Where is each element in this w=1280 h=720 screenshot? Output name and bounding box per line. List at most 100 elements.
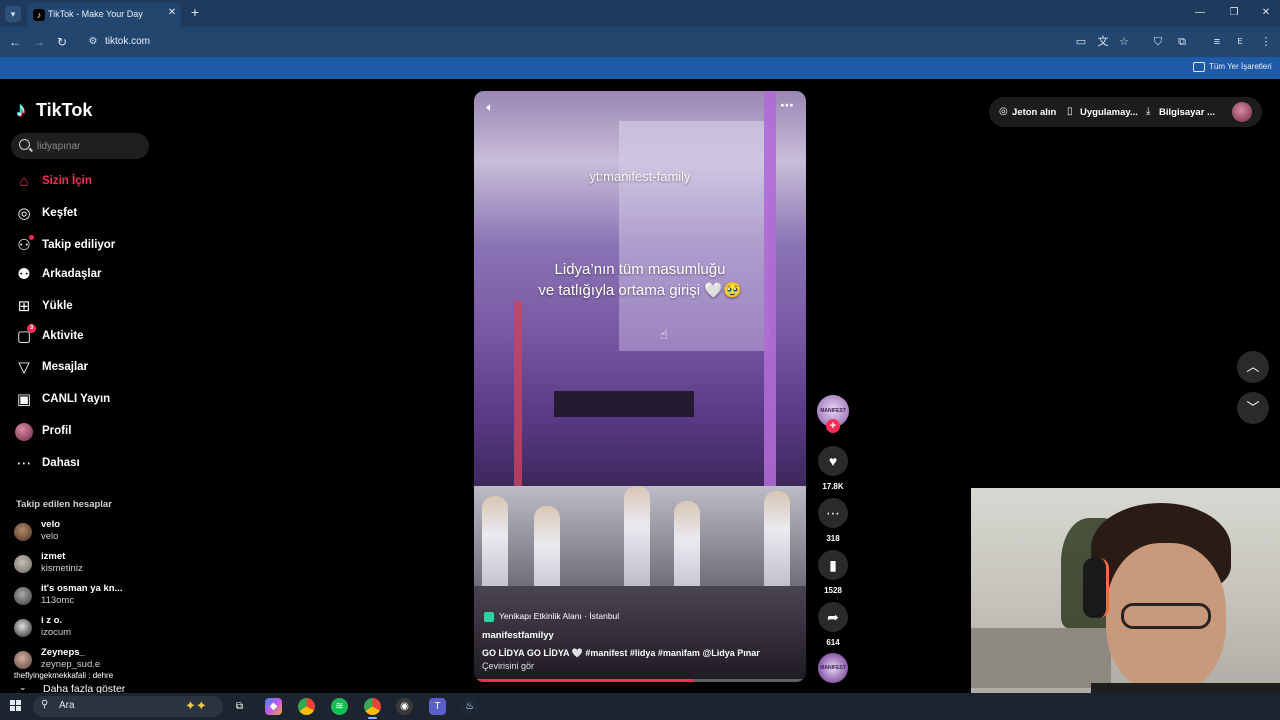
address-bar[interactable]: ⚙ tiktok.com — [80, 30, 1140, 54]
search-box[interactable] — [11, 133, 149, 159]
avatar — [14, 619, 32, 637]
obs-icon[interactable]: ◉ — [396, 698, 413, 715]
reload-icon[interactable]: ↻ — [54, 34, 70, 50]
extensions-icon[interactable]: ⧉ — [1175, 35, 1189, 49]
followed-account[interactable]: velo velo — [14, 519, 148, 545]
see-translation-link[interactable]: Çevirisini gör — [482, 661, 534, 671]
nav-label: Yükle — [42, 300, 73, 312]
screen: ▾ ♪ TikTok - Make Your Day ✕ + — ❐ ✕ ← →… — [0, 0, 1280, 720]
tab-close-icon[interactable]: ✕ — [166, 7, 178, 19]
search-icon: ⚲ — [41, 699, 49, 710]
taskbar-search-label: Ara — [59, 700, 75, 711]
tiktok-favicon-icon: ♪ — [33, 9, 45, 21]
video-watermark: yt:manifest-family — [589, 169, 691, 184]
comment-icon[interactable]: ⋯ — [818, 498, 848, 528]
steam-icon[interactable]: ♨ — [461, 698, 478, 715]
chrome-icon[interactable] — [298, 698, 315, 715]
search-icon[interactable] — [19, 139, 30, 150]
home-icon: ⌂ — [19, 173, 29, 190]
dancer — [624, 486, 650, 596]
nav-live[interactable]: ▣ CANLI Yayın — [14, 389, 144, 411]
followed-account[interactable]: i z o. izocum — [14, 615, 148, 641]
nav-for-you[interactable]: ⌂ Sizin İçin — [14, 171, 144, 193]
translate-icon[interactable]: 文 — [1096, 35, 1110, 49]
messages-icon: ▽ — [18, 359, 30, 376]
brand-name: TikTok — [36, 100, 93, 120]
followed-account[interactable]: it's osman ya kn... 113omc — [14, 583, 148, 609]
windows-start-icon[interactable] — [10, 700, 22, 712]
header-actions: ◎ Jeton alın ▯ Uygulamay... ⤓ Bilgisayar… — [989, 97, 1262, 127]
cast-icon[interactable]: ▭ — [1074, 35, 1088, 49]
nav-label: Keşfet — [42, 207, 78, 219]
all-bookmarks-link[interactable]: Tüm Yer İşaretleri — [1209, 62, 1272, 71]
task-view-icon[interactable]: ⧉ — [231, 698, 248, 715]
windows-taskbar: ⚲ Ara ✦✦ ⧉ ◆ ≋ ◉ T ♨ — [0, 693, 1280, 720]
video-caption-line: ve tatlığıyla ortama girişi 🤍🥹 — [538, 282, 742, 299]
chevron-down-icon: ⌄ — [19, 682, 27, 692]
nav-activity[interactable]: ▢ 3 Aktivite — [14, 324, 144, 348]
nav-profile[interactable]: Profil — [14, 421, 144, 443]
more-dots-icon: ⋯ — [16, 455, 32, 472]
shield-icon[interactable]: ⛉ — [1151, 35, 1165, 49]
tiktok-note-icon: ♪ — [16, 99, 26, 121]
chrome-profile-icon[interactable] — [364, 698, 381, 719]
followed-account[interactable]: izmet kismetiniz — [14, 551, 148, 577]
account-username: 113omc — [41, 595, 75, 606]
follow-plus-icon[interactable]: + — [826, 419, 840, 433]
url-text[interactable]: tiktok.com — [105, 36, 150, 47]
followed-account[interactable]: Zeyneps_ zeynep_sud.e — [14, 647, 148, 673]
bookmark-icon[interactable]: ▮ — [818, 550, 848, 580]
restore-icon[interactable]: ❐ — [1226, 6, 1242, 20]
site-info-icon[interactable]: ⚙ — [86, 35, 100, 49]
like-heart-icon[interactable]: ♥ — [818, 446, 848, 476]
more-options-icon[interactable]: ⋯ — [778, 97, 796, 113]
user-avatar[interactable] — [1232, 102, 1252, 122]
save-count: 1528 — [824, 586, 842, 595]
nav-label: Sizin İçin — [42, 175, 92, 187]
nav-messages[interactable]: ▽ Mesajlar — [14, 357, 144, 379]
nav-explore[interactable]: ◎ Keşfet — [14, 203, 144, 225]
video-description: GO LİDYA GO LİDYA 🤍 #manifest #lidya #ma… — [482, 648, 760, 658]
share-arrow-icon[interactable]: ➦ — [818, 602, 848, 632]
copilot-icon[interactable]: ◆ — [265, 698, 282, 715]
spotify-icon[interactable]: ≋ — [331, 698, 348, 715]
taskbar-search[interactable]: ⚲ Ara ✦✦ — [33, 696, 223, 717]
new-tab-plus-icon[interactable]: + — [188, 5, 202, 19]
background-shelf — [971, 628, 1111, 688]
chat-overlay-line: theflyingekmekkafali : dehre — [14, 671, 114, 680]
previous-video-chevron-up-icon[interactable]: ︿ — [1237, 351, 1269, 383]
like-count: 17.8K — [822, 482, 844, 491]
nav-more[interactable]: ⋯ Dahası — [14, 453, 144, 475]
nav-upload[interactable]: ⊞ Yükle — [14, 296, 144, 318]
live-icon: ▣ — [16, 391, 32, 408]
kebab-menu-icon[interactable]: ⋮ — [1259, 35, 1273, 49]
search-input[interactable] — [37, 138, 145, 154]
window-close-icon[interactable]: ✕ — [1258, 6, 1274, 20]
bookmark-star-icon[interactable]: ☆ — [1117, 35, 1131, 49]
nav-label: Profil — [42, 425, 72, 437]
video-player[interactable]: yt:manifest-family Lidya’nın tüm masumlu… — [474, 91, 806, 682]
tab-title: TikTok - Make Your Day — [48, 9, 143, 19]
music-disc[interactable]: MANIFEST — [818, 653, 848, 683]
avatar — [14, 587, 32, 605]
browser-tab-strip: ▾ ♪ TikTok - Make Your Day ✕ + — ❐ ✕ — [0, 0, 1280, 27]
teams-icon[interactable]: T — [429, 698, 446, 715]
video-progress-bar[interactable] — [474, 679, 806, 682]
minimize-icon[interactable]: — — [1192, 6, 1208, 20]
nav-friends[interactable]: ⚉ Arkadaşlar — [14, 264, 144, 286]
nav-following[interactable]: ⚇ Takip ediliyor — [14, 235, 144, 257]
forward-arrow-icon[interactable]: → — [31, 34, 47, 50]
video-author[interactable]: manifestfamilyy — [482, 630, 554, 641]
upload-icon: ⊞ — [17, 298, 31, 315]
account-username: zeynep_sud.e — [41, 659, 101, 670]
browser-tab[interactable]: ♪ TikTok - Make Your Day ✕ — [27, 3, 181, 27]
avatar — [14, 651, 32, 669]
volume-icon[interactable]: 🔈︎ — [482, 99, 498, 115]
reading-list-icon[interactable]: ≡ — [1210, 35, 1224, 49]
browser-profile[interactable]: E — [1233, 35, 1247, 49]
tab-search-chevron-icon[interactable]: ▾ — [5, 6, 21, 22]
back-arrow-icon[interactable]: ← — [7, 34, 23, 50]
next-video-chevron-down-icon[interactable]: ﹀ — [1237, 392, 1269, 424]
get-app-label: Uygulamay... — [1080, 107, 1138, 118]
comment-count: 318 — [826, 534, 840, 543]
